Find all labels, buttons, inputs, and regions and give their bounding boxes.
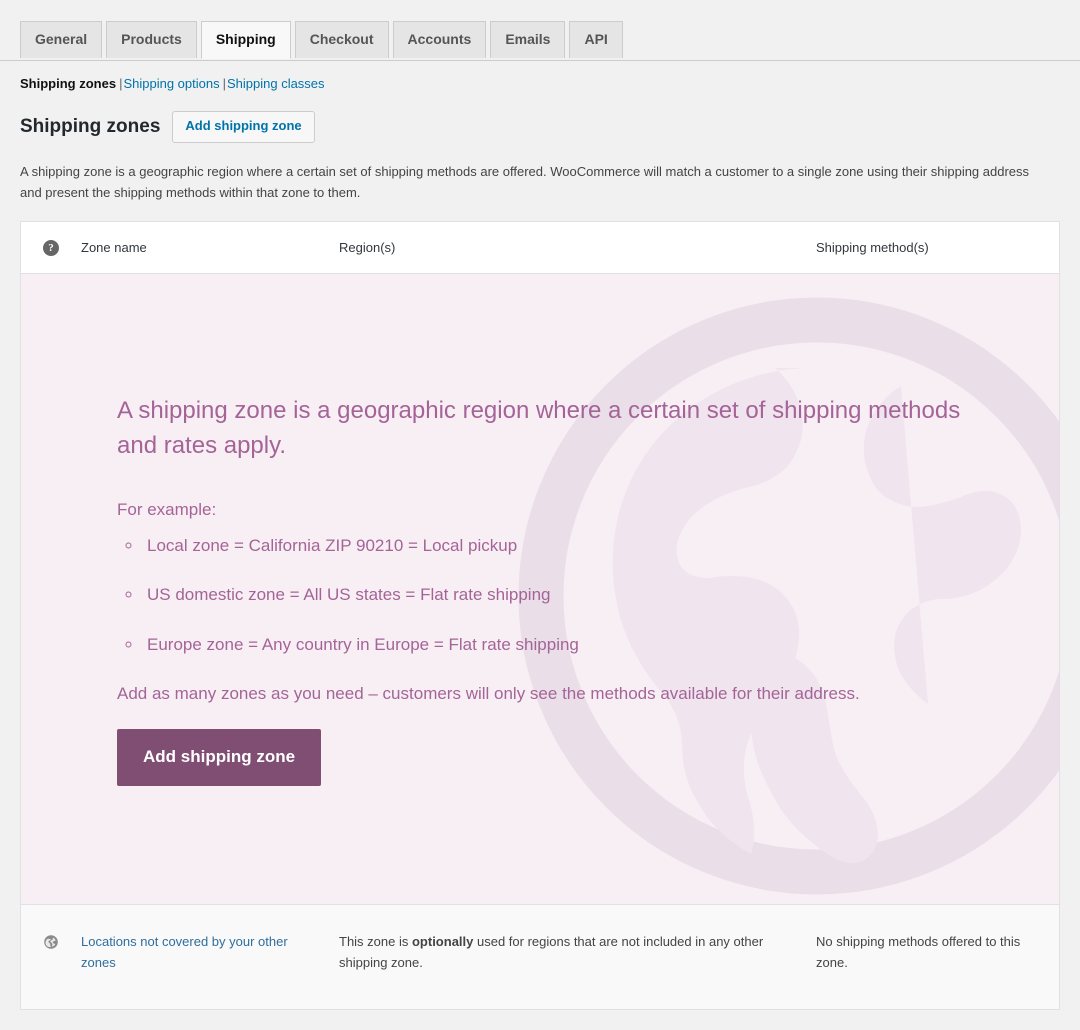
help-icon[interactable]: ? <box>43 239 59 256</box>
zones-blank-state: A shipping zone is a geographic region w… <box>21 273 1059 904</box>
intro-paragraph: A shipping zone is a geographic region w… <box>20 163 1030 200</box>
subnav-link-shipping-options[interactable]: Shipping options <box>123 76 219 91</box>
settings-tab-bar: General Products Shipping Checkout Accounts E… <box>0 0 1080 61</box>
list-item: Europe zone = Any country in Europe = Fl… <box>143 632 1017 658</box>
blank-state-subtitle: For example: <box>117 500 217 520</box>
subnav-item-shipping-options[interactable]: Shipping options <box>123 71 219 97</box>
separator-text: | <box>119 76 123 91</box>
column-header-regions: Region(s) <box>339 239 396 255</box>
locations-not-covered-link[interactable]: Locations not covered by your other zone… <box>81 934 288 970</box>
table-header-row: ? Zone name Region(s) Shipping method(s) <box>21 221 1059 274</box>
subnav-item-shipping-classes[interactable]: Shipping classes <box>227 71 325 97</box>
page-title: Shipping zones <box>20 115 161 137</box>
row-region-cell: This zone is optionally used for regions… <box>339 931 816 973</box>
blank-state-examples-list: Local zone = California ZIP 90210 = Loca… <box>117 533 1017 658</box>
column-header-methods: Shipping method(s) <box>816 239 929 255</box>
tab-shipping[interactable]: Shipping <box>200 21 291 59</box>
tab-accounts[interactable]: Accounts <box>392 21 487 58</box>
row-methods-cell: No shipping methods offered to this zone… <box>816 933 1021 970</box>
shipping-subnav: Shipping zones |Shipping options |Shipping… <box>20 71 1080 97</box>
blank-state-title: A shipping zone is a geographic region w… <box>117 396 961 459</box>
add-shipping-zone-cta-button[interactable]: Add shipping zone <box>117 728 322 786</box>
page-header: Shipping zones Add shipping zone <box>20 111 1080 143</box>
tab-emails[interactable]: Emails <box>490 21 566 58</box>
blank-state-outro: Add as many zones as you need – customer… <box>117 684 860 704</box>
subnav-separator-1: | <box>116 71 123 97</box>
table-row-locations-not-covered: Locations not covered by your other zone… <box>21 903 1059 1009</box>
subnav-link-shipping-classes[interactable]: Shipping classes <box>227 76 325 91</box>
add-shipping-zone-top-button[interactable]: Add shipping zone <box>172 111 315 143</box>
column-header-zone-name: Zone name <box>81 239 147 255</box>
globe-icon <box>44 935 58 950</box>
region-text-emphasis: optionally <box>411 933 474 949</box>
tab-products[interactable]: Products <box>106 21 197 58</box>
row-zone-name-cell: Locations not covered by your other zone… <box>81 931 339 973</box>
subnav-link-shipping-zones[interactable]: Shipping zones <box>20 76 116 91</box>
region-text-before: This zone is <box>339 933 412 949</box>
separator-text: | <box>222 76 226 91</box>
tab-general[interactable]: General <box>20 21 103 58</box>
row-icon-cell <box>21 931 81 952</box>
subnav-item-shipping-zones[interactable]: Shipping zones <box>20 71 116 97</box>
tab-checkout[interactable]: Checkout <box>294 21 389 58</box>
list-item: Local zone = California ZIP 90210 = Loca… <box>143 533 1017 559</box>
list-item: US domestic zone = All US states = Flat … <box>143 582 1017 608</box>
tab-api[interactable]: API <box>569 21 623 58</box>
blank-state-content: A shipping zone is a geographic region w… <box>21 274 1017 786</box>
shipping-zones-table: ? Zone name Region(s) Shipping method(s)… <box>20 220 1060 1010</box>
column-sort-handle: ? <box>21 239 81 256</box>
subnav-separator-2: | <box>220 71 227 97</box>
